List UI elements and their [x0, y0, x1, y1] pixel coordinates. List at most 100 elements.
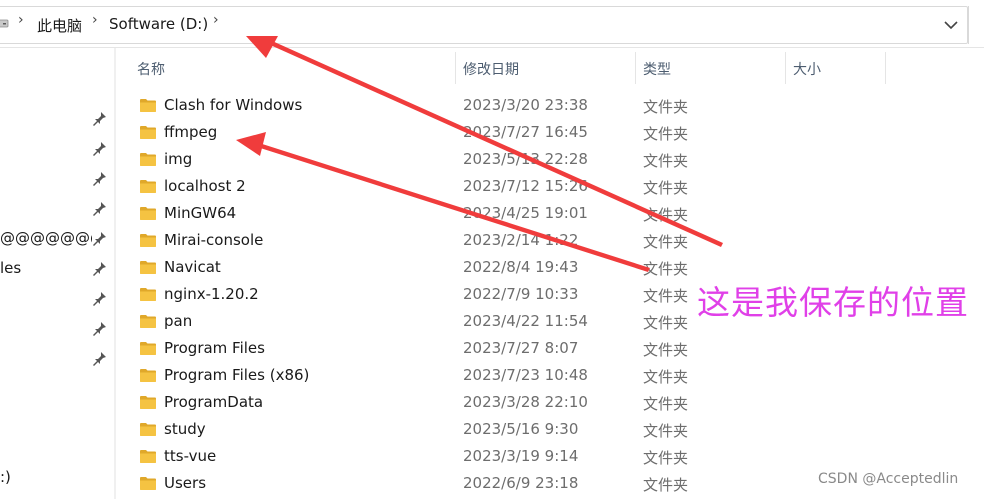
file-date: 2023/4/22 11:54	[463, 312, 588, 330]
crumb-this-pc[interactable]: 此电脑	[37, 15, 82, 36]
pin-icon[interactable]	[92, 350, 108, 366]
column-divider[interactable]	[785, 52, 786, 84]
file-type: 文件夹	[643, 152, 689, 170]
file-row[interactable]: study 2023/5/16 9:30 文件夹	[126, 417, 984, 444]
folder-icon	[140, 396, 156, 409]
folder-icon	[140, 369, 156, 382]
file-name[interactable]: Mirai-console	[164, 231, 263, 249]
file-date: 2023/7/27 16:45	[463, 123, 588, 141]
file-name[interactable]: MinGW64	[164, 204, 236, 222]
column-header-type[interactable]: 类型	[643, 59, 671, 79]
pin-icon[interactable]	[92, 140, 108, 156]
folder-icon	[140, 342, 156, 355]
folder-icon	[140, 99, 156, 112]
pin-icon[interactable]	[92, 290, 108, 306]
file-name[interactable]: ffmpeg	[164, 123, 217, 141]
pin-icon[interactable]	[92, 110, 108, 126]
pin-icon[interactable]	[92, 170, 108, 186]
file-name[interactable]: pan	[164, 312, 192, 330]
folder-icon	[140, 315, 156, 328]
file-date: 2023/3/19 9:14	[463, 447, 579, 465]
sidebar-item-label[interactable]: @@@@@@@@	[0, 229, 92, 247]
column-divider[interactable]	[885, 52, 886, 84]
file-row[interactable]: img 2023/5/13 22:28 文件夹	[126, 147, 984, 174]
file-name[interactable]: study	[164, 420, 206, 438]
file-row[interactable]: MinGW64 2023/4/25 19:01 文件夹	[126, 201, 984, 228]
column-header-size[interactable]: 大小	[793, 59, 821, 79]
file-date: 2023/5/13 22:28	[463, 150, 588, 168]
file-date: 2023/3/28 22:10	[463, 393, 588, 411]
file-name[interactable]: ProgramData	[164, 393, 263, 411]
file-type: 文件夹	[643, 125, 689, 143]
file-type: 文件夹	[643, 449, 689, 467]
file-date: 2023/3/20 23:38	[463, 96, 588, 114]
file-date: 2023/5/16 9:30	[463, 420, 579, 438]
folder-icon	[140, 126, 156, 139]
file-name[interactable]: Users	[164, 474, 206, 492]
file-date: 2023/7/27 8:07	[463, 339, 579, 357]
file-row[interactable]: Mirai-console 2023/2/14 1:22 文件夹	[126, 228, 984, 255]
file-name[interactable]: nginx-1.20.2	[164, 285, 259, 303]
file-name[interactable]: Clash for Windows	[164, 96, 302, 114]
file-row[interactable]: Program Files 2023/7/27 8:07 文件夹	[126, 336, 984, 363]
annotation-text: 这是我保存的位置	[697, 283, 969, 322]
pin-icon[interactable]	[92, 200, 108, 216]
file-row[interactable]: ProgramData 2023/3/28 22:10 文件夹	[126, 390, 984, 417]
file-row[interactable]: tts-vue 2023/3/19 9:14 文件夹	[126, 444, 984, 471]
drive-icon	[0, 19, 9, 28]
pin-icon[interactable]	[92, 230, 108, 246]
folder-icon	[140, 450, 156, 463]
file-date: 2023/7/12 15:26	[463, 177, 588, 195]
navigation-pane: @@@@@@@@ les :)	[0, 48, 114, 499]
folder-icon	[140, 153, 156, 166]
file-row[interactable]: ffmpeg 2023/7/27 16:45 文件夹	[126, 120, 984, 147]
crumb-software-drive[interactable]: Software (D:)	[109, 15, 208, 33]
file-row[interactable]: localhost 2 2023/7/12 15:26 文件夹	[126, 174, 984, 201]
address-bar: › 此电脑 › Software (D:) ›	[0, 0, 984, 48]
sidebar-item-label[interactable]: les	[0, 259, 92, 277]
file-name[interactable]: Program Files	[164, 339, 265, 357]
column-header-date[interactable]: 修改日期	[463, 59, 519, 79]
folder-icon	[140, 207, 156, 220]
file-date: 2022/7/9 10:33	[463, 285, 579, 303]
chevron-down-icon[interactable]	[940, 14, 962, 36]
folder-icon	[140, 477, 156, 490]
file-type: 文件夹	[643, 206, 689, 224]
crumb-separator: ›	[92, 12, 98, 28]
file-type: 文件夹	[643, 233, 689, 251]
pin-icon[interactable]	[92, 320, 108, 336]
file-row[interactable]: Clash for Windows 2023/3/20 23:38 文件夹	[126, 93, 984, 120]
file-type: 文件夹	[643, 314, 689, 332]
column-divider[interactable]	[455, 52, 456, 84]
file-type: 文件夹	[643, 287, 689, 305]
file-name[interactable]: img	[164, 150, 192, 168]
file-type: 文件夹	[643, 341, 689, 359]
file-date: 2022/6/9 23:18	[463, 474, 579, 492]
folder-icon	[140, 261, 156, 274]
folder-icon	[140, 180, 156, 193]
file-type: 文件夹	[643, 476, 689, 494]
file-name[interactable]: Navicat	[164, 258, 221, 276]
file-type: 文件夹	[643, 395, 689, 413]
column-header-name[interactable]: 名称	[137, 59, 165, 79]
file-type: 文件夹	[643, 368, 689, 386]
file-date: 2022/8/4 19:43	[463, 258, 579, 276]
file-date: 2023/7/23 10:48	[463, 366, 588, 384]
sidebar-drive-label[interactable]: :)	[0, 468, 92, 486]
file-date: 2023/2/14 1:22	[463, 231, 579, 249]
column-divider[interactable]	[635, 52, 636, 84]
refresh-button-edge[interactable]	[968, 6, 984, 44]
file-type: 文件夹	[643, 260, 689, 278]
file-name[interactable]: Program Files (x86)	[164, 366, 309, 384]
file-row[interactable]: Program Files (x86) 2023/7/23 10:48 文件夹	[126, 363, 984, 390]
pane-divider[interactable]	[114, 48, 116, 499]
file-date: 2023/4/25 19:01	[463, 204, 588, 222]
watermark: CSDN @Acceptedlin	[818, 471, 959, 487]
crumb-separator[interactable]: ›	[213, 12, 219, 28]
folder-icon	[140, 288, 156, 301]
pin-icon[interactable]	[92, 260, 108, 276]
file-type: 文件夹	[643, 98, 689, 116]
folder-icon	[140, 423, 156, 436]
file-name[interactable]: localhost 2	[164, 177, 246, 195]
file-name[interactable]: tts-vue	[164, 447, 216, 465]
